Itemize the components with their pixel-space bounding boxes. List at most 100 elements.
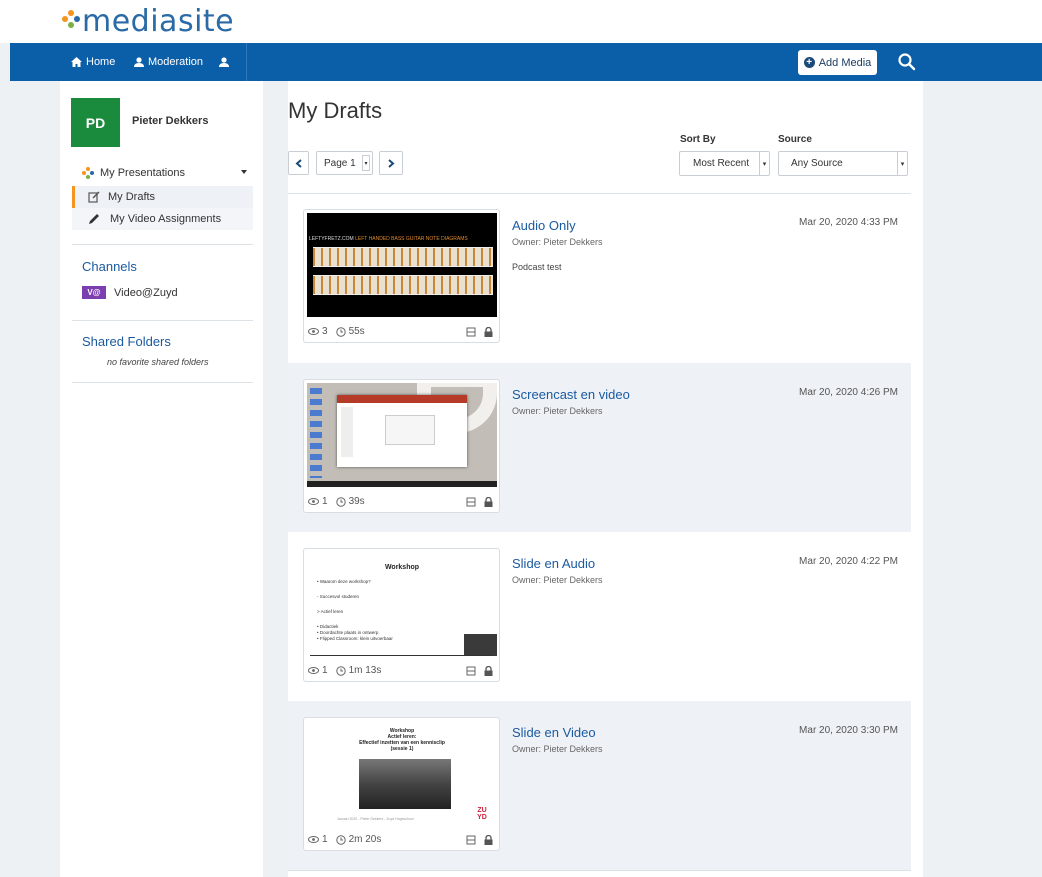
channel-name: Video@Zuyd: [114, 286, 178, 299]
slide-subtitle: (sessie 1): [390, 746, 414, 752]
clock-icon: [335, 834, 346, 845]
item-owner: Owner: Pieter Dekkers: [512, 237, 603, 247]
item-title-link[interactable]: Screencast en video: [512, 387, 630, 402]
sidebar-divider: [72, 320, 253, 321]
film-icon[interactable]: [466, 327, 476, 337]
item-title-link[interactable]: Slide en Audio: [512, 556, 595, 571]
channel-badge: V@: [82, 286, 106, 299]
slide-bullet: > Actief leren: [317, 609, 344, 614]
add-media-label: Add Media: [818, 56, 872, 69]
channels-heading[interactable]: Channels: [82, 259, 137, 274]
clock-icon: [335, 496, 346, 507]
item-thumbnail[interactable]: 1 39s: [303, 379, 500, 513]
select-caret-icon: ▾: [897, 152, 907, 175]
item-actions: [466, 835, 493, 845]
sidebar-divider: [72, 244, 253, 245]
channel-item[interactable]: V@ Video@Zuyd: [82, 286, 178, 299]
thumbnail-image: Workshop Actief leren: Effectief inzette…: [307, 721, 497, 825]
home-icon: [71, 57, 82, 67]
sidebar-item-label: My Video Assignments: [110, 213, 222, 225]
user-icon: [134, 57, 144, 67]
chevron-right-icon: [388, 158, 395, 168]
slide-panel: [341, 407, 353, 457]
desktop-icons: [310, 388, 322, 478]
item-owner: Owner: Pieter Dekkers: [512, 406, 603, 416]
lock-icon[interactable]: [484, 497, 493, 507]
nav-home-label: Home: [86, 56, 116, 68]
item-description: Podcast test: [512, 262, 562, 272]
page-select[interactable]: Page 1 ▾: [316, 151, 373, 175]
logo-dots-icon: [62, 10, 80, 28]
slide-bullet: • Doordachte plaats in ontwerp: [317, 630, 379, 635]
presentations-icon: [82, 167, 96, 179]
view-count: 1: [322, 665, 328, 676]
prev-page-button[interactable]: [288, 151, 309, 175]
sort-by-value: Most Recent: [693, 158, 750, 169]
lock-icon[interactable]: [484, 666, 493, 676]
add-media-button[interactable]: + Add Media: [798, 50, 877, 75]
film-icon[interactable]: [466, 497, 476, 507]
item-date: Mar 20, 2020 3:30 PM: [799, 725, 898, 736]
view-count: 1: [322, 496, 328, 507]
taskbar: [307, 481, 497, 487]
film-icon[interactable]: [466, 666, 476, 676]
sidebar-item-label: My Presentations: [100, 167, 185, 179]
select-caret-icon: ▾: [759, 152, 769, 175]
item-title-link[interactable]: Audio Only: [512, 218, 576, 233]
item-stats: 1 1m 13s: [308, 665, 381, 676]
item-date: Mar 20, 2020 4:22 PM: [799, 556, 898, 567]
plus-circle-icon: +: [803, 57, 815, 68]
header-logo-bar: mediasite: [0, 0, 1042, 43]
video-inset: [464, 634, 497, 656]
avatar-initials: PD: [85, 114, 106, 131]
item-actions: [466, 327, 493, 337]
lock-icon[interactable]: [484, 327, 493, 337]
film-icon[interactable]: [466, 835, 476, 845]
slide-bullet: • Flipped Classroom: klein uitvoerbaar: [317, 636, 393, 641]
chevron-left-icon: [294, 158, 302, 168]
top-navbar: Home Moderation + Add Media: [10, 43, 1042, 81]
nav-profile[interactable]: [219, 43, 229, 81]
divider: [288, 870, 911, 871]
sidebar-divider: [72, 382, 253, 383]
slide-title: Workshop: [384, 564, 420, 571]
view-count: 1: [322, 834, 328, 845]
select-caret-icon: ▾: [362, 155, 370, 171]
source-label: Source: [778, 134, 812, 145]
next-page-button[interactable]: [379, 151, 403, 175]
search-button[interactable]: [897, 52, 917, 72]
item-stats: 1 2m 20s: [308, 834, 381, 845]
item-thumbnail[interactable]: Workshop Actief leren: Effectief inzette…: [303, 717, 500, 851]
sidebar-item-my-drafts[interactable]: My Drafts: [72, 186, 253, 208]
slide-canvas: [385, 415, 435, 445]
caret-down-icon: [241, 170, 247, 174]
mediasite-logo[interactable]: mediasite: [62, 4, 234, 39]
item-stats: 3 55s: [308, 326, 365, 337]
slide-bullet: • Waarom deze workshop?: [317, 579, 371, 584]
avatar[interactable]: PD: [71, 98, 120, 147]
clock-icon: [335, 326, 346, 337]
nav-moderation[interactable]: Moderation: [134, 43, 203, 81]
nav-home[interactable]: Home: [71, 43, 115, 81]
lock-icon[interactable]: [484, 835, 493, 845]
thumbnail-image: [307, 383, 497, 487]
shared-folders-heading[interactable]: Shared Folders: [82, 334, 171, 349]
slide-bullet: - Succesvol studeren: [317, 594, 360, 599]
item-title-link[interactable]: Slide en Video: [512, 725, 596, 740]
item-date: Mar 20, 2020 4:26 PM: [799, 387, 898, 398]
fretboard-image: [313, 275, 493, 295]
duration: 55s: [348, 326, 365, 337]
source-select[interactable]: Any Source ▾: [778, 151, 908, 176]
duration: 2m 20s: [348, 834, 382, 845]
item-thumbnail[interactable]: LEFTYFRETZ.COM LEFT HANDED BASS GUITAR N…: [303, 209, 500, 343]
sidebar-item-my-video-assignments[interactable]: My Video Assignments: [72, 208, 253, 230]
page-select-value: Page 1: [324, 157, 356, 169]
item-thumbnail[interactable]: Workshop • Waarom deze workshop? - Succe…: [303, 548, 500, 682]
sidebar-item-my-presentations[interactable]: My Presentations: [72, 162, 253, 184]
thumbnail-image: LEFTYFRETZ.COM LEFT HANDED BASS GUITAR N…: [307, 213, 497, 317]
user-name: Pieter Dekkers: [132, 115, 209, 127]
nav-moderation-label: Moderation: [148, 56, 204, 68]
slide-heading: Workshop Actief leren: Effectief inzette…: [307, 728, 497, 752]
sort-by-select[interactable]: Most Recent ▾: [679, 151, 770, 176]
eye-icon: [308, 328, 319, 335]
